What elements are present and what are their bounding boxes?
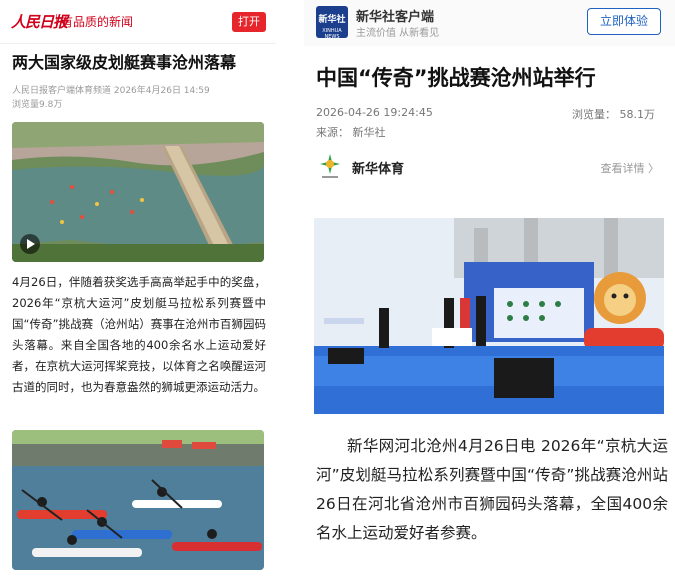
app-banner: 人民日报 有品质的新闻 打开 (0, 0, 276, 44)
peoples-daily-article: 人民日报 有品质的新闻 打开 两大国家级皮划艇赛事沧州落幕 人民日报客户端体育频… (0, 0, 276, 581)
app-name: 新华社客户端 (356, 10, 435, 25)
aerial-video-thumbnail[interactable] (12, 122, 264, 262)
try-now-button[interactable]: 立即体验 (587, 8, 661, 35)
article-views: 浏览量9.8万 (12, 100, 63, 110)
article-body: 4月26日，伴随着获奖选手高高举起手中的奖盘，2026年“京杭大运河”皮划艇马拉… (12, 275, 266, 394)
article-title: 中国“传奇”挑战赛沧州站举行 (316, 66, 596, 90)
kayak-race-image (12, 430, 264, 570)
aerial-canal-image (12, 122, 264, 262)
ceremony-photo (314, 218, 664, 414)
ceremony-stage-image (314, 218, 664, 414)
article-source: 来源： 新华社 (316, 126, 386, 139)
xinhua-article: 新华社 XINHUA NEWS 新华社客户端 主流价值 从新看见 立即体验 中国… (304, 0, 675, 581)
xinhua-logo: 新华社 XINHUA NEWS (316, 6, 348, 40)
article-title: 两大国家级皮划艇赛事沧州落幕 (12, 53, 237, 72)
article-meta: 人民日报客户端体育频道 2026年4月26日 14:59 浏览量9.8万 (12, 84, 210, 112)
app-banner: 新华社 XINHUA NEWS 新华社客户端 主流价值 从新看见 立即体验 (304, 0, 675, 46)
kayak-photo (12, 430, 264, 570)
xinhua-sports-icon (320, 154, 340, 178)
view-details-link[interactable]: 查看详情 〉 (601, 160, 660, 176)
app-tagline: 主流价值 从新看见 (356, 28, 440, 39)
panel-divider (289, 0, 304, 581)
article-body: 新华网河北沧州4月26日电 2026年“京杭大运河”皮划艇马拉松系列赛暨中国“传… (316, 437, 668, 542)
app-slogan: 有品质的新闻 (61, 15, 134, 29)
channel-name[interactable]: 新华体育 (352, 158, 404, 177)
open-app-button[interactable]: 打开 (232, 12, 266, 32)
peoples-daily-logo: 人民日报 (11, 13, 68, 31)
view-count: 浏览量： 58.1万 (572, 108, 655, 121)
publish-datetime: 2026-04-26 19:24:45 (316, 106, 433, 119)
article-source-time: 人民日报客户端体育频道 2026年4月26日 14:59 (12, 86, 210, 96)
banner-separator (56, 14, 57, 28)
